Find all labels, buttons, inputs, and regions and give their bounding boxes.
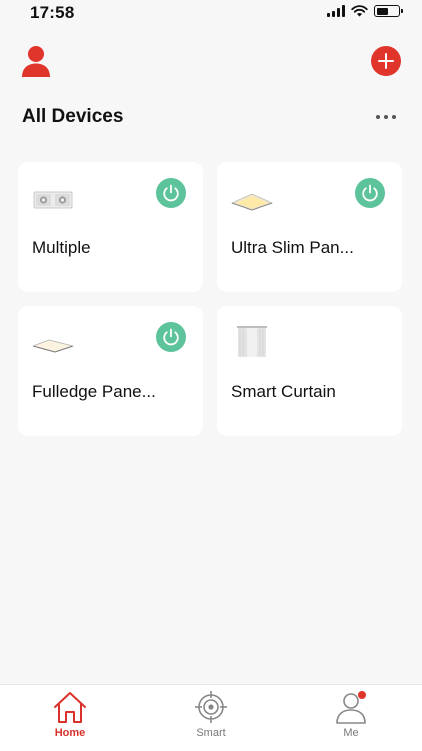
device-card-ultra-slim-panel[interactable]: Ultra Slim Pan... (217, 162, 402, 292)
tab-label: Home (54, 727, 86, 739)
device-card-fulledge-panel[interactable]: Fulledge Pane... (18, 306, 203, 436)
power-icon (163, 184, 179, 202)
tab-smart[interactable]: Smart (161, 685, 261, 745)
tab-home[interactable]: Home (20, 685, 120, 745)
device-card-smart-curtain[interactable]: Smart Curtain (217, 306, 402, 436)
device-card-multiple[interactable]: Multiple (18, 162, 203, 292)
battery-level (376, 7, 388, 15)
power-button[interactable] (355, 178, 385, 208)
tab-label: Smart (196, 727, 226, 739)
power-icon (163, 328, 179, 346)
status-bar: 17:58 (0, 0, 422, 26)
device-name: Ultra Slim Pan... (231, 238, 354, 257)
more-dot-icon (392, 115, 396, 119)
notification-badge (358, 691, 366, 699)
more-options-button[interactable] (374, 113, 398, 121)
curtain-icon (237, 326, 267, 357)
status-time: 17:58 (30, 3, 75, 22)
device-name: Smart Curtain (231, 382, 336, 401)
device-grid: Multiple Ultra Slim Pan... Fulledge Pane… (18, 162, 403, 436)
section-title: All Devices (22, 106, 124, 127)
tab-label: Me (343, 727, 359, 739)
more-dot-icon (376, 115, 380, 119)
profile-avatar-button[interactable] (20, 44, 52, 78)
panel-light-icon (31, 339, 75, 353)
status-icons (327, 5, 403, 17)
device-name: Multiple (32, 238, 91, 257)
wifi-icon (351, 5, 368, 17)
more-dot-icon (384, 115, 388, 119)
power-button[interactable] (156, 322, 186, 352)
bottom-tab-bar: Home Smart Me (0, 684, 422, 751)
dual-spotlight-icon (33, 191, 73, 209)
panel-light-icon (230, 193, 274, 211)
home-icon (54, 692, 86, 723)
user-avatar-icon (22, 46, 50, 77)
tab-me[interactable]: Me (301, 685, 401, 745)
power-icon (362, 184, 378, 202)
battery-icon (374, 5, 403, 17)
power-button[interactable] (156, 178, 186, 208)
target-icon (195, 691, 227, 723)
cellular-signal-icon (327, 5, 345, 17)
add-device-button[interactable] (371, 46, 401, 76)
device-name: Fulledge Pane... (32, 382, 156, 401)
